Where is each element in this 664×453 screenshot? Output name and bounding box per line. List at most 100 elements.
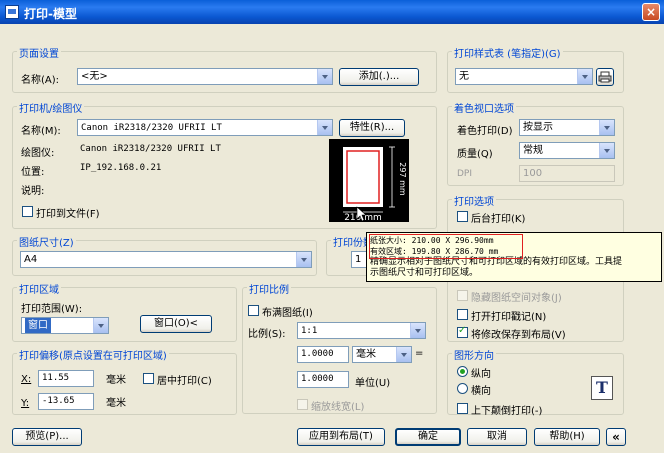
plot-stamp-label[interactable]: 打开打印戳记(N)	[471, 308, 546, 323]
plot-range-label: 打印范围(W):	[21, 304, 83, 315]
printable-area	[346, 150, 380, 204]
equals-sign: =	[415, 348, 424, 359]
printer-name-combo[interactable]: Canon iR2318/2320 UFRII LT	[77, 119, 333, 136]
printer-properties-button[interactable]: 特性(R)...	[339, 119, 405, 137]
plot-range-combo[interactable]: 窗口	[21, 317, 109, 334]
plot-area-legend: 打印区域	[17, 281, 61, 296]
dpi-input: 100	[519, 165, 615, 182]
scale-combo[interactable]: 1:1	[297, 322, 426, 339]
plot-to-file-label[interactable]: 打印到文件(F)	[36, 205, 100, 220]
shade-plot-combo[interactable]: 按显示	[519, 119, 615, 136]
quality-label: 质量(Q)	[457, 149, 493, 160]
paper-size-tooltip: 纸张大小: 210.00 X 296.90mm 有效区域: 199.80 X 2…	[366, 232, 662, 282]
offset-x-label: X:	[21, 374, 32, 385]
offset-y-input[interactable]: -13.65	[38, 393, 94, 410]
printer-name-label: 名称(M):	[21, 126, 61, 137]
plot-options-legend: 打印选项	[452, 193, 496, 208]
center-plot-label[interactable]: 居中打印(C)	[157, 372, 212, 387]
page-setup-name-combo[interactable]: <无>	[77, 68, 333, 85]
window-title: 打印-模型	[24, 7, 77, 21]
plot-scale-legend: 打印比例	[247, 281, 291, 296]
chevron-down-icon[interactable]	[577, 69, 592, 84]
fit-paper-checkbox[interactable]	[248, 305, 259, 316]
page-setup-name-label: 名称(A):	[21, 75, 60, 86]
height-dimension: 297 mm	[398, 162, 407, 196]
location-value: IP_192.168.0.21	[80, 163, 162, 173]
offset-x-input[interactable]: 11.55	[38, 370, 94, 387]
page-setup-legend: 页面设置	[17, 45, 61, 60]
landscape-radio[interactable]	[457, 383, 468, 394]
chevron-down-icon[interactable]	[296, 252, 311, 267]
offset-x-unit: 毫米	[106, 375, 126, 386]
location-label: 位置:	[21, 167, 45, 178]
plot-style-value: 无	[459, 71, 469, 82]
help-button[interactable]: 帮助(H)	[534, 428, 600, 446]
shaded-viewport-legend: 着色视口选项	[452, 100, 516, 115]
paper-preview-graphic: 297 mm 210 mm	[343, 146, 407, 223]
scale-unit-value: 毫米	[356, 349, 376, 360]
chevron-down-icon[interactable]	[410, 323, 425, 338]
paper-size-combo[interactable]: A4	[20, 251, 312, 268]
tooltip-description-2: 示图纸尺寸和可打印区域。	[370, 268, 479, 278]
upside-down-label[interactable]: 上下颠倒打印(-)	[471, 402, 542, 417]
landscape-label[interactable]: 横向	[471, 382, 491, 397]
page-setup-name-value: <无>	[81, 71, 108, 82]
quality-combo[interactable]: 常规	[519, 142, 615, 159]
background-plot-checkbox[interactable]	[457, 211, 468, 222]
edit-plot-style-button[interactable]	[596, 68, 614, 86]
hide-paperspace-checkbox	[457, 290, 468, 301]
scale-lineweights-checkbox	[297, 399, 308, 410]
paper-size-legend: 图纸尺寸(Z)	[17, 234, 76, 249]
title-bar[interactable]: 打印-模型 ×	[0, 0, 664, 24]
print-dialog: 打印-模型 × 页面设置 名称(A): <无> 添加(.)... 打印样式表 (…	[0, 0, 664, 453]
upside-down-checkbox[interactable]	[457, 403, 468, 414]
preview-button[interactable]: 预览(P)...	[12, 428, 82, 446]
center-plot-checkbox[interactable]	[143, 373, 154, 384]
plot-style-combo[interactable]: 无	[455, 68, 593, 85]
portrait-radio[interactable]	[457, 366, 468, 377]
description-label: 说明:	[21, 186, 45, 197]
printer-name-value: Canon iR2318/2320 UFRII LT	[81, 123, 222, 133]
save-changes-label[interactable]: 将修改保存到布局(V)	[471, 326, 566, 341]
chevron-down-icon[interactable]	[599, 120, 614, 135]
scale-lineweights-label: 缩放线宽(L)	[311, 402, 365, 413]
orientation-preview-icon: T	[591, 376, 613, 400]
chevron-down-icon[interactable]	[317, 69, 332, 84]
fit-paper-label[interactable]: 布满图纸(I)	[262, 304, 313, 319]
chevron-down-icon[interactable]	[599, 143, 614, 158]
ok-button[interactable]: 确定	[395, 428, 461, 446]
scale-value: 1:1	[301, 326, 318, 336]
window-pick-button[interactable]: 窗口(O)<	[140, 315, 212, 333]
close-button[interactable]: ×	[642, 3, 660, 21]
plot-to-file-checkbox[interactable]	[22, 206, 33, 217]
paper-size-value: A4	[24, 254, 38, 265]
shade-plot-label: 着色打印(D)	[457, 126, 513, 137]
scale-units-input[interactable]: 1.0000	[297, 371, 349, 388]
scale-inches-input[interactable]: 1.0000	[297, 346, 349, 363]
apply-to-layout-button[interactable]: 应用到布局(T)	[297, 428, 385, 446]
printer-legend: 打印机/绘图仪	[17, 100, 85, 115]
portrait-label[interactable]: 纵向	[471, 365, 491, 380]
plot-stamp-checkbox[interactable]	[457, 309, 468, 320]
chevron-down-icon[interactable]	[396, 347, 411, 362]
plot-style-legend: 打印样式表 (笔指定)(G)	[452, 45, 563, 60]
dpi-label: DPI	[457, 169, 473, 179]
plotter-value: Canon iR2318/2320 UFRII LT	[80, 144, 221, 154]
shade-plot-value: 按显示	[523, 122, 553, 133]
cancel-button[interactable]: 取消	[467, 428, 527, 446]
units-label: 单位(U)	[355, 378, 391, 389]
hide-paperspace-label: 隐藏图纸空间对象(J)	[471, 293, 562, 304]
plot-offset-legend: 打印偏移(原点设置在可打印区域)	[17, 347, 169, 362]
chevron-down-icon[interactable]	[317, 120, 332, 135]
scale-unit-combo[interactable]: 毫米	[352, 346, 412, 363]
collapse-button[interactable]: «	[606, 428, 626, 446]
offset-y-label: Y:	[21, 398, 30, 409]
add-page-setup-button[interactable]: 添加(.)...	[339, 68, 419, 86]
background-plot-label[interactable]: 后台打印(K)	[471, 210, 525, 225]
chevron-down-icon[interactable]	[93, 318, 108, 333]
plot-range-value: 窗口	[25, 318, 51, 333]
offset-y-unit: 毫米	[106, 398, 126, 409]
printer-icon	[598, 71, 612, 83]
save-changes-checkbox[interactable]	[457, 325, 468, 338]
paper-preview: 297 mm 210 mm	[329, 139, 409, 223]
